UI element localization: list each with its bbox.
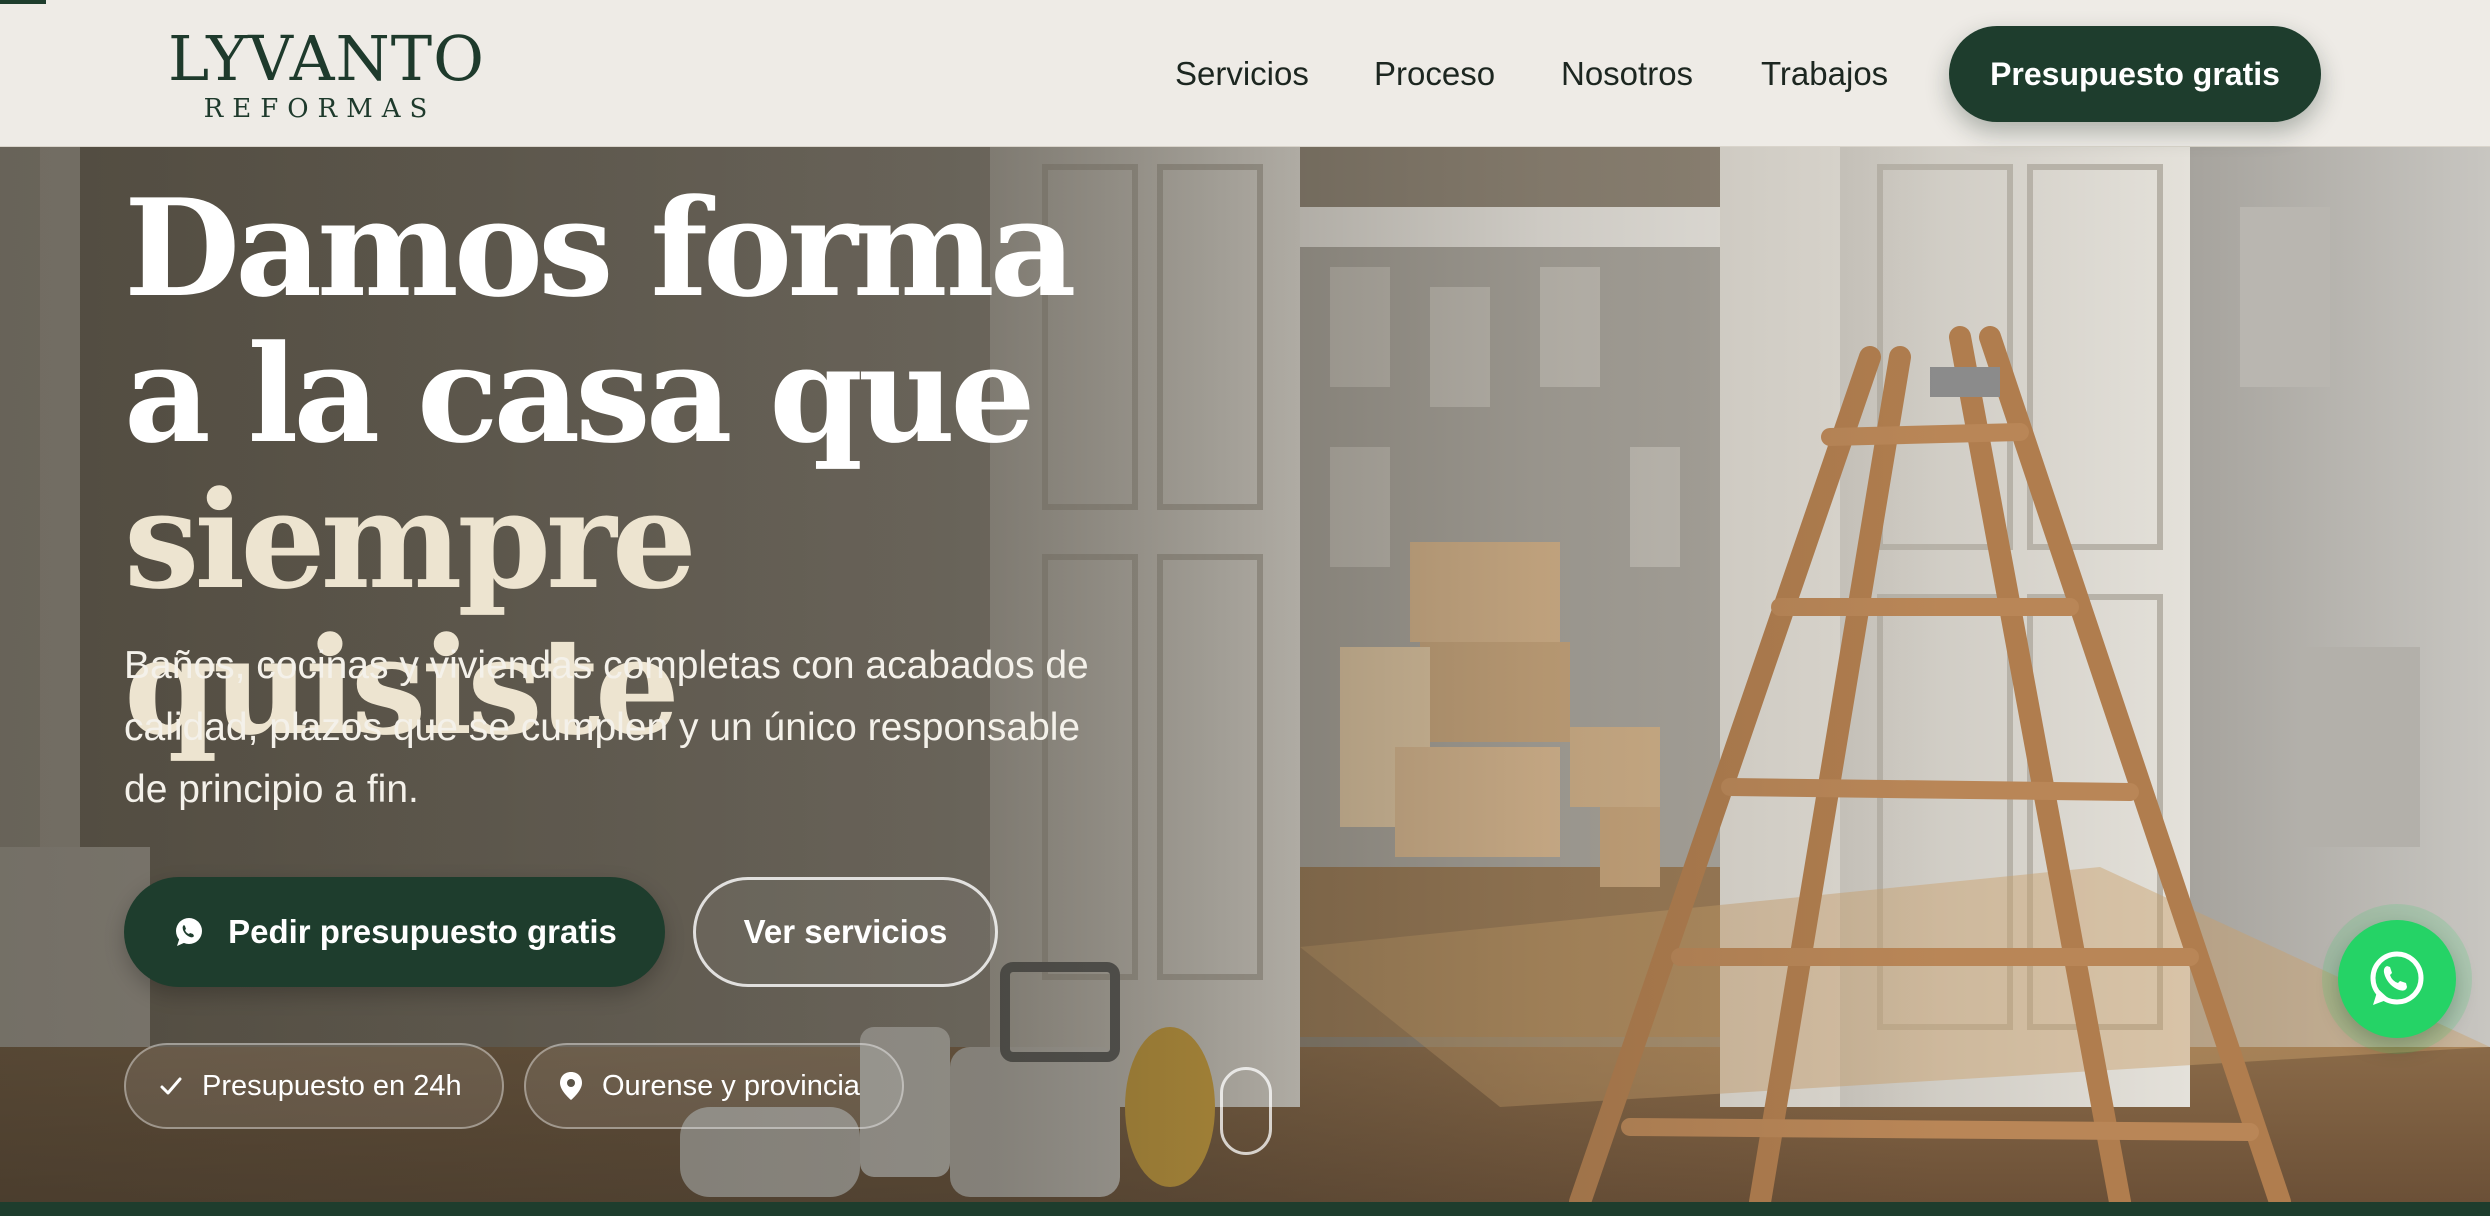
section-divider-bar xyxy=(0,1202,2490,1216)
nav-servicios[interactable]: Servicios xyxy=(1175,46,1309,102)
badge-location-label: Ourense y provincia xyxy=(602,1069,860,1102)
nav-trabajos[interactable]: Trabajos xyxy=(1761,46,1888,102)
check-icon xyxy=(158,1073,184,1099)
view-services-button[interactable]: Ver servicios xyxy=(693,877,998,987)
site-header: LYVANTO REFORMAS Servicios Proceso Nosot… xyxy=(0,0,2490,147)
nav-proceso[interactable]: Proceso xyxy=(1374,46,1495,102)
headline-line-2: a la casa que xyxy=(124,315,1036,473)
hero-section: Damos forma a la casa que siempre quisis… xyxy=(0,147,2490,1202)
header-quote-button[interactable]: Presupuesto gratis xyxy=(1949,26,2321,122)
map-pin-icon xyxy=(558,1071,584,1101)
nav-nosotros[interactable]: Nosotros xyxy=(1561,46,1693,102)
badge-quote-24h: Presupuesto en 24h xyxy=(124,1043,504,1129)
brand-logo[interactable]: LYVANTO REFORMAS xyxy=(168,22,485,125)
top-corner-accent xyxy=(0,0,46,4)
logo-tagline: REFORMAS xyxy=(203,94,437,124)
whatsapp-icon xyxy=(172,915,206,949)
request-quote-label: Pedir presupuesto gratis xyxy=(228,913,617,950)
badge-quote-label: Presupuesto en 24h xyxy=(202,1069,462,1102)
subtitle-line-3: de principio a fin. xyxy=(124,768,419,811)
request-quote-button[interactable]: Pedir presupuesto gratis xyxy=(124,877,665,987)
whatsapp-icon xyxy=(2365,947,2429,1011)
subtitle-line-1: Baños, cocinas y viviendas completas con… xyxy=(124,644,1089,687)
subtitle-line-2: calidad, plazos que se cumplen y un únic… xyxy=(124,706,1081,749)
hero-subtitle: Baños, cocinas y viviendas completas con… xyxy=(124,635,1184,821)
badge-location: Ourense y provincia xyxy=(524,1043,904,1129)
logo-wordmark: LYVANTO xyxy=(168,22,485,95)
scroll-down-indicator[interactable] xyxy=(1220,1067,1272,1155)
whatsapp-floating-button[interactable] xyxy=(2338,920,2456,1038)
headline-line-1: Damos forma xyxy=(124,169,1077,327)
